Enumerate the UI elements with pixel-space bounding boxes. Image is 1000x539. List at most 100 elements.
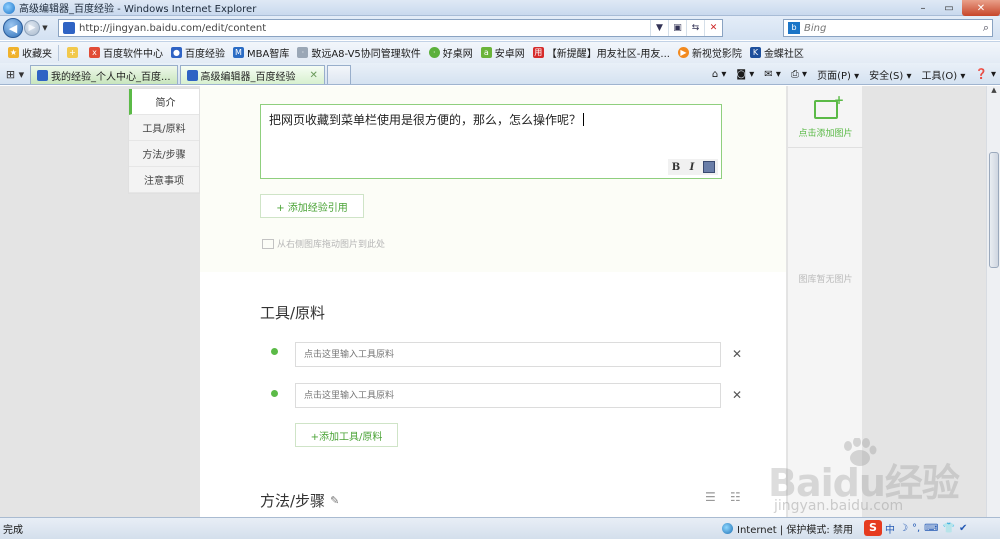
section-nav-steps[interactable]: 方法/步骤 <box>129 141 199 167</box>
baidu-paw-icon <box>37 69 48 81</box>
maximize-button[interactable]: ▭ <box>936 0 962 16</box>
feeds-icon[interactable]: ◙ ▾ <box>736 69 754 80</box>
site-favicon-icon <box>63 22 75 34</box>
fav-link-baidu-software[interactable]: x 百度软件中心 <box>89 45 163 60</box>
minimize-button[interactable]: – <box>910 0 936 16</box>
ime-skin-icon[interactable]: 👕 <box>943 523 955 534</box>
ime-punctuation-icon[interactable]: °, <box>912 523 920 534</box>
add-reference-button[interactable]: + 添加经验引用 <box>260 194 364 218</box>
url-dropdown-icon[interactable]: ▼ <box>650 20 668 36</box>
refresh-icon[interactable]: ⇆ <box>686 20 704 36</box>
add-image-icon <box>814 93 844 119</box>
bing-icon: b <box>788 22 800 34</box>
search-go-icon[interactable]: ⌕ <box>983 21 989 35</box>
url-buttons: ▼ ▣ ⇆ ✕ <box>650 20 722 36</box>
scrollbar-thumb[interactable] <box>989 152 999 268</box>
add-image-label: 点击添加图片 <box>798 129 853 139</box>
sogou-ime-icon[interactable]: S <box>864 520 882 536</box>
xinshijue-icon: ▶ <box>677 47 689 58</box>
favorites-bar: ★ 收藏夹 + x 百度软件中心 ● 百度经验 M MBA智库 · 致远A8-V… <box>0 41 1000 63</box>
method-section-header: 方法/步骤 ✎ <box>260 490 339 511</box>
tool-input[interactable] <box>295 383 721 408</box>
help-icon[interactable]: ❓ ▾ <box>975 69 996 80</box>
italic-button[interactable]: I <box>684 162 700 173</box>
ordered-list-icon[interactable]: ☰ <box>705 490 716 504</box>
url-field[interactable]: http://jingyan.baidu.com/edit/content ▼ … <box>58 19 723 37</box>
fav-link-xinshijue[interactable]: ▶ 新视觉影院 <box>677 45 742 60</box>
favorites-menu-button[interactable]: ★ 收藏夹 <box>8 45 52 60</box>
stop-icon[interactable]: ✕ <box>704 20 722 36</box>
drag-image-hint: 从右侧图库拖动图片到此处 <box>262 237 385 250</box>
method-section-title: 方法/步骤 <box>260 492 326 510</box>
intro-editor-text[interactable]: 把网页收藏到菜单栏使用是很方便的，那么，怎么操作呢？ <box>269 111 584 128</box>
ime-tools-icon[interactable]: ✔ <box>959 523 967 534</box>
status-text: 完成 <box>3 525 23 536</box>
tools-menu[interactable]: 工具(O) ▾ <box>921 67 965 82</box>
fav-link-anzhuo[interactable]: a 安卓网 <box>480 45 525 60</box>
quick-tabs-button[interactable]: ⊞ ▾ <box>0 64 30 84</box>
search-box[interactable]: b ⌕ <box>783 19 993 37</box>
tab-bar: ⊞ ▾ 我的经验_个人中心_百度... 高级编辑器_百度经验 ✕ ⌂ ▾ ◙ ▾… <box>0 63 1000 85</box>
fav-link-baidu-jingyan[interactable]: ● 百度经验 <box>171 45 225 60</box>
close-tab-icon[interactable]: ✕ <box>310 70 318 81</box>
section-nav-intro[interactable]: 简介 <box>129 89 199 115</box>
editor-toolbar: B I <box>668 159 718 175</box>
ie-logo-icon <box>3 1 15 14</box>
security-zone[interactable]: Internet | 保护模式: 禁用 <box>722 521 853 536</box>
scroll-up-icon[interactable]: ▲ <box>987 86 1000 98</box>
vertical-scrollbar[interactable]: ▲ <box>986 86 1000 517</box>
window-title: 高级编辑器_百度经验 - Windows Internet Explorer <box>19 4 257 15</box>
ime-keyboard-icon[interactable]: ⌨ <box>924 523 938 534</box>
fav-link-kingdee[interactable]: K 金蝶社区 <box>749 45 804 60</box>
tab-advanced-editor[interactable]: 高级编辑器_百度经验 ✕ <box>179 65 325 84</box>
section-nav-tools[interactable]: 工具/原料 <box>129 115 199 141</box>
new-tab-button[interactable] <box>326 65 351 84</box>
intro-editor[interactable]: 把网页收藏到菜单栏使用是很方便的，那么，怎么操作呢？ B I <box>260 104 722 179</box>
compat-view-icon[interactable]: ▣ <box>668 20 686 36</box>
library-empty-text: 图库暂无图片 <box>798 275 853 285</box>
search-input[interactable] <box>804 22 964 34</box>
anzhuo-icon: a <box>480 47 492 58</box>
back-button[interactable]: ◀ <box>3 18 23 38</box>
bold-button[interactable]: B <box>668 162 684 173</box>
fav-link-mba[interactable]: M MBA智库 <box>233 45 289 60</box>
home-icon[interactable]: ⌂ ▾ <box>712 69 727 80</box>
pencil-icon[interactable]: ✎ <box>330 494 339 507</box>
ime-toolbar: S 中 ☽ °, ⌨ 👕 ✔ <box>864 518 971 538</box>
add-tool-button[interactable]: +添加工具/原料 <box>295 423 398 447</box>
fav-link-haozhuo[interactable]: · 好桌网 <box>428 45 473 60</box>
star-icon: ★ <box>8 47 19 58</box>
ime-chinese-mode[interactable]: 中 <box>885 521 895 536</box>
add-image-button[interactable]: 点击添加图片 <box>788 86 863 148</box>
forward-button[interactable]: ▶ <box>24 20 40 36</box>
remove-tool-icon[interactable]: ✕ <box>732 388 742 402</box>
url-text[interactable]: http://jingyan.baidu.com/edit/content <box>79 23 266 34</box>
fav-link-seeyon[interactable]: · 致远A8-V5协同管理软件 <box>297 45 421 60</box>
remove-tool-icon[interactable]: ✕ <box>732 347 742 361</box>
bullet-icon <box>271 348 278 355</box>
haozhuo-icon: · <box>428 47 440 58</box>
print-icon[interactable]: ⎙ ▾ <box>791 69 807 80</box>
tool-input[interactable] <box>295 342 721 367</box>
mba-icon: M <box>233 47 244 58</box>
fav-link-label: 金蝶社区 <box>763 49 804 60</box>
mail-icon[interactable]: ✉ ▾ <box>764 69 781 80</box>
baidu-paw-icon <box>186 69 198 81</box>
quick-tabs-icon: ⊞ ▾ <box>5 67 25 81</box>
seeyon-icon: · <box>297 47 309 58</box>
ime-moon-icon[interactable]: ☽ <box>899 523 908 534</box>
section-nav-notes[interactable]: 注意事项 <box>129 167 199 193</box>
safety-menu[interactable]: 安全(S) ▾ <box>869 67 911 82</box>
unordered-list-icon[interactable]: ☷ <box>730 490 741 504</box>
history-dropdown-icon[interactable]: ▼ <box>40 24 50 32</box>
add-favorite-button[interactable]: + <box>67 47 81 58</box>
page-menu[interactable]: 页面(P) ▾ <box>817 67 859 82</box>
address-bar: ◀ ▶ ▼ http://jingyan.baidu.com/edit/cont… <box>0 16 1000 40</box>
fav-link-yonyou[interactable]: 用 【新提醒】用友社区-用友... <box>532 45 670 60</box>
close-window-button[interactable]: ✕ <box>962 0 1000 16</box>
fav-link-label: 百度经验 <box>185 49 225 60</box>
divider <box>58 44 59 61</box>
save-icon[interactable] <box>703 161 715 173</box>
tab-my-experience[interactable]: 我的经验_个人中心_百度... <box>30 65 178 84</box>
tab-label: 高级编辑器_百度经验 <box>200 71 296 83</box>
